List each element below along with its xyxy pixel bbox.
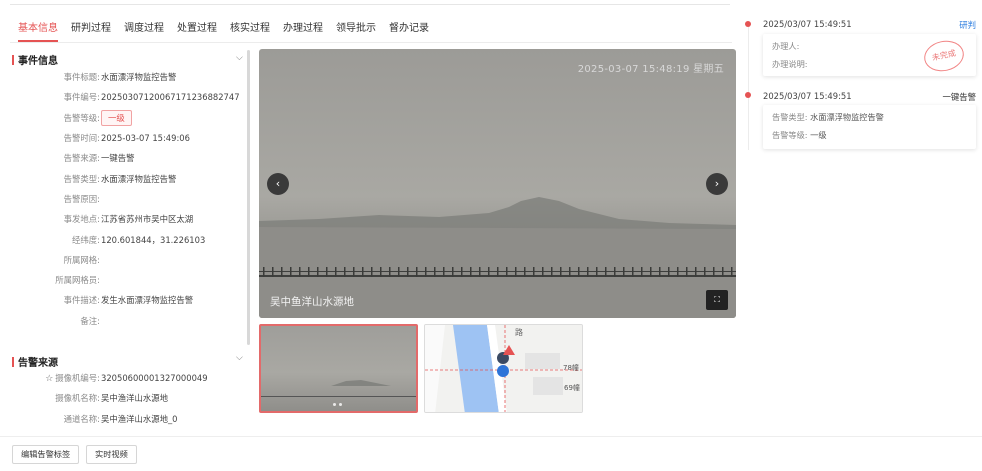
tab-processing-process[interactable]: 办理过程 <box>283 18 323 42</box>
timeline-card: 办理人: 办理说明: 未完成 <box>763 34 976 76</box>
info-row: 事件描述: 发生水面漂浮物监控告警 <box>63 295 194 306</box>
section-title: 事件信息 <box>18 56 58 67</box>
info-row: 事发地点: 江苏省苏州市吴中区太湖 <box>63 214 194 225</box>
live-video-button[interactable]: 实时视频 <box>86 445 137 464</box>
thumb-pager-dots <box>333 403 342 406</box>
info-row: 告警类型: 水面漂浮物监控告警 <box>63 173 177 184</box>
info-scrollbar[interactable] <box>247 50 250 345</box>
info-row: 事件标题: 水面漂浮物监控告警 <box>63 72 177 83</box>
timeline-track <box>748 25 749 150</box>
footer-divider <box>0 436 982 437</box>
event-detail-page: 基本信息 研判过程 调度过程 处置过程 核实过程 办理过程 领导批示 督办记录 … <box>0 0 982 471</box>
tab-basic-info[interactable]: 基本信息 <box>18 18 58 42</box>
thumbnail-map[interactable]: 路 78幢 69幢 <box>424 324 583 413</box>
detail-tabs: 基本信息 研判过程 调度过程 处置过程 核实过程 办理过程 领导批示 督办记录 <box>18 18 442 42</box>
alarm-level-badge: 一级 <box>101 109 132 126</box>
tab-dispatch-process[interactable]: 调度过程 <box>124 18 164 42</box>
star-icon[interactable]: ☆ <box>45 374 53 384</box>
thumb-lake-image <box>261 380 416 397</box>
tab-supervision-records[interactable]: 督办记录 <box>389 18 429 42</box>
snapshot-caption: 吴中鱼洋山水源地 <box>270 296 354 308</box>
edit-alarm-tag-button[interactable]: 编辑告警标签 <box>12 445 80 464</box>
info-row: 事件编号: 20250307120067171236882747 <box>63 92 240 103</box>
fullscreen-icon[interactable]: ⛶ <box>706 290 728 310</box>
camera-snapshot-viewer: 2025-03-07 15:48:19 星期五 吴中鱼洋山水源地 ‹ › ⛶ <box>259 49 736 318</box>
map-image <box>425 325 582 412</box>
timeline-tag-link[interactable]: 研判 <box>959 19 976 31</box>
timeline-time: 2025/03/07 15:49:51 <box>763 91 852 101</box>
map-building-label: 78幢 <box>563 364 579 372</box>
tabs-divider <box>10 42 732 43</box>
lake-scene-image <box>259 197 736 318</box>
info-row: 所属网格员: <box>55 275 100 286</box>
tab-handling-process[interactable]: 处置过程 <box>177 18 217 42</box>
thumbnail-snapshot[interactable] <box>259 324 418 413</box>
info-row: 告警来源: 一键告警 <box>63 153 135 164</box>
section-marker <box>12 356 14 367</box>
info-row: 经纬度: 120.601844，31.226103 <box>72 234 206 245</box>
collapse-chevron-icon[interactable]: ⌵ <box>236 353 243 363</box>
event-info-header: 事件信息 <box>12 52 58 67</box>
info-row: 告警等级: 一级 <box>10 108 245 128</box>
info-row: 通道名称: 吴中渔洋山水源地_0 <box>63 413 178 424</box>
prev-image-button[interactable]: ‹ <box>267 173 289 195</box>
alarm-source-header: 告警来源 <box>12 354 58 369</box>
timeline-tag: 一键告警 <box>942 92 977 102</box>
info-row: ☆ 摄像机编号: 32050600001327000049 <box>45 373 208 385</box>
tab-verification-process[interactable]: 核实过程 <box>230 18 270 42</box>
timeline-dot <box>745 21 751 27</box>
map-road-label: 路 <box>515 328 523 337</box>
event-number: 20250307120067171236882747 <box>101 92 240 103</box>
info-row: 所属网格: <box>63 254 100 265</box>
timeline-time: 2025/03/07 15:49:51 <box>763 19 852 29</box>
info-row: 告警时间: 2025-03-07 15:49:06 <box>63 133 190 144</box>
tab-research-process[interactable]: 研判过程 <box>71 18 111 42</box>
alarm-source-list: ☆ 摄像机编号: 32050600001327000049 摄像机名称: 吴中渔洋山… <box>10 368 245 429</box>
top-divider <box>10 4 730 5</box>
section-marker <box>12 54 14 65</box>
next-image-button[interactable]: › <box>706 173 728 195</box>
collapse-chevron-icon[interactable]: ⌵ <box>236 53 243 63</box>
timeline-dot <box>745 92 751 98</box>
tab-leader-instructions[interactable]: 领导批示 <box>336 18 376 42</box>
map-building-label: 69幢 <box>564 384 580 392</box>
info-row: 摄像机名称: 吴中渔洋山水源地 <box>55 393 168 404</box>
section-title: 告警来源 <box>18 358 58 369</box>
info-row: 备注: <box>80 315 100 326</box>
event-info-list: 事件标题: 水面漂浮物监控告警 事件编号: 20250307120067171236… <box>10 67 245 331</box>
timeline-card: 告警类型: 水面漂浮物监控告警 告警等级: 一级 <box>763 105 976 149</box>
snapshot-timestamp: 2025-03-07 15:48:19 星期五 <box>577 64 724 75</box>
info-row: 告警原因: <box>63 193 100 204</box>
